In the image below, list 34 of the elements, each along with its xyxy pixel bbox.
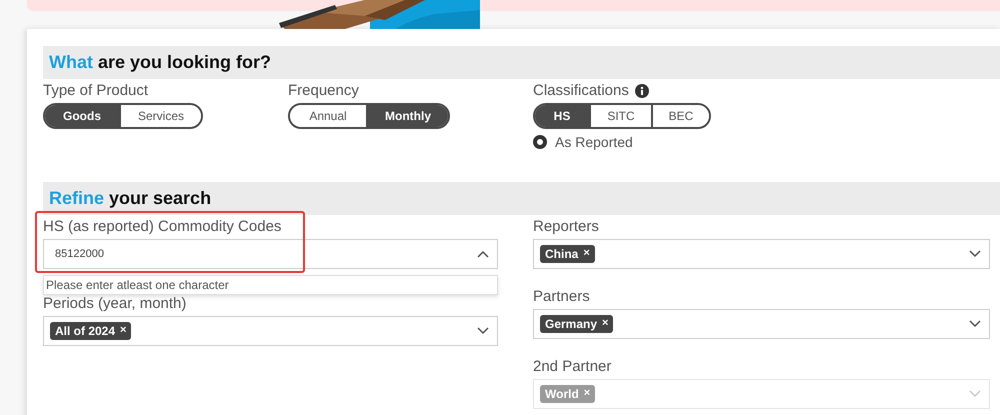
chevron-up-icon[interactable] xyxy=(477,250,489,258)
chevron-down-icon[interactable] xyxy=(969,320,981,328)
toggle-option[interactable]: Services xyxy=(119,105,201,127)
chevron-down-icon[interactable] xyxy=(969,250,981,258)
field-label: Reporters xyxy=(533,218,600,236)
field-label: 2nd Partner xyxy=(533,358,612,376)
section-heading: What are you looking for? xyxy=(43,46,1000,79)
radio-button[interactable] xyxy=(533,135,547,149)
remove-tag-button[interactable]: × xyxy=(120,324,126,338)
info-icon[interactable] xyxy=(634,84,649,98)
remove-tag-button[interactable]: × xyxy=(583,247,590,261)
field-label: HS (as reported) Commodity Codes xyxy=(43,218,282,236)
selected-tag: Germany × xyxy=(540,315,614,333)
section-heading: Refine your search xyxy=(43,182,1000,215)
selected-tag: China × xyxy=(540,245,595,263)
field-label: Type of Product xyxy=(43,82,148,100)
toggle-option[interactable]: HS xyxy=(535,105,589,127)
toggle-option[interactable]: Monthly xyxy=(366,105,448,127)
toggle-option[interactable]: BEC xyxy=(651,105,709,127)
dropdown-hint: Please enter atleast one character xyxy=(43,275,498,295)
field-label: Periods (year, month) xyxy=(43,295,188,313)
radio-label: As Reported xyxy=(555,134,633,150)
field-label: Frequency xyxy=(288,82,359,100)
commodity-code-field[interactable]: 85122000 xyxy=(43,239,498,269)
selected-tag: World × xyxy=(540,385,596,403)
remove-tag-button[interactable]: × xyxy=(602,317,608,331)
field-label: Classifications xyxy=(533,82,649,100)
field-label: Partners xyxy=(533,288,591,306)
chevron-down-icon[interactable] xyxy=(477,327,489,335)
partners-select[interactable]: Germany × xyxy=(533,309,990,339)
selected-tag: All of 2024 × xyxy=(50,322,132,340)
reporters-select[interactable]: China × xyxy=(533,239,990,269)
toggle-option[interactable]: Goods xyxy=(45,105,119,127)
periods-select[interactable]: All of 2024 × xyxy=(43,316,498,346)
